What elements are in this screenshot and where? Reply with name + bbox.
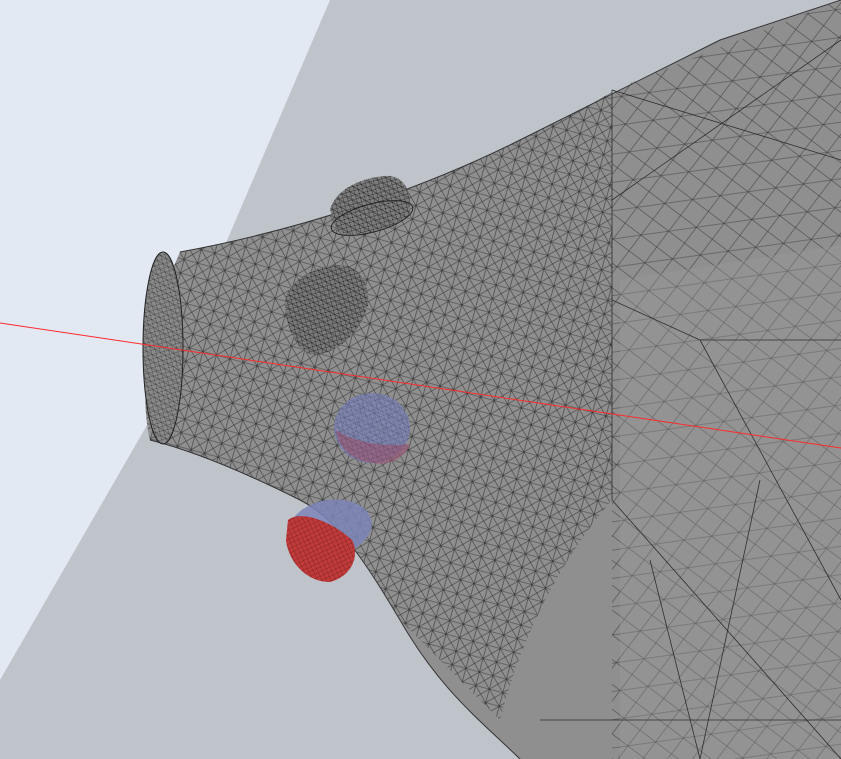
3d-viewport[interactable]	[0, 0, 841, 759]
mesh-end-cap[interactable]	[142, 251, 184, 445]
